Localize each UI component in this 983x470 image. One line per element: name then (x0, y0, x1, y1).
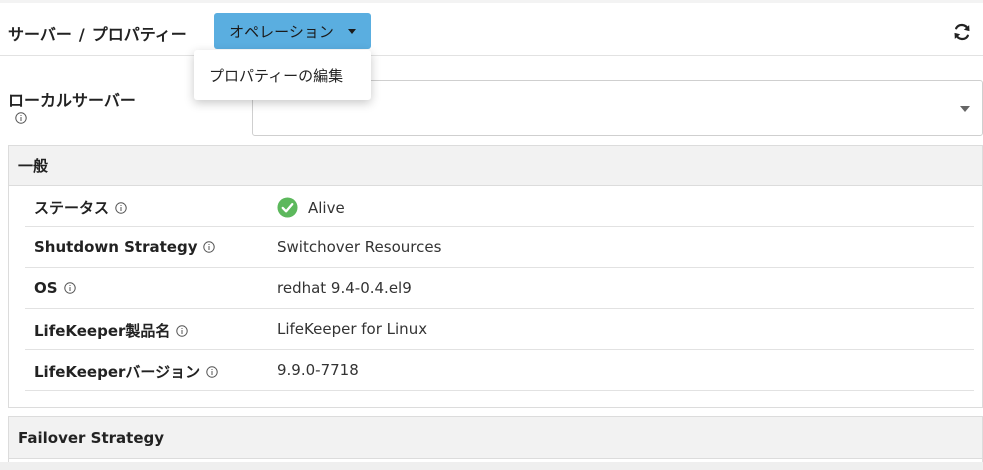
general-panel-title: 一般 (9, 146, 982, 186)
breadcrumb-separator: / (78, 25, 85, 44)
info-icon[interactable] (63, 282, 76, 294)
refresh-icon[interactable] (951, 21, 973, 43)
local-server-label: ローカルサーバー (8, 91, 136, 110)
failover-panel-title: Failover Strategy (9, 417, 982, 459)
property-value: LifeKeeper for Linux (277, 320, 428, 338)
general-panel: 一般 ステータス Alive Shutdown Strategy Switcho… (8, 145, 983, 408)
dropdown-arrow-icon (960, 106, 970, 112)
breadcrumb: サーバー / プロパティー (8, 21, 187, 45)
info-icon[interactable] (206, 365, 218, 378)
property-row-product-name: LifeKeeper製品名 LifeKeeper for Linux (25, 309, 974, 350)
info-icon[interactable] (203, 241, 216, 253)
property-value: 9.9.0-7718 (277, 361, 359, 379)
property-row-shutdown-strategy: Shutdown Strategy Switchover Resources (25, 227, 974, 268)
breadcrumb-item-properties: プロパティー (91, 25, 187, 44)
property-value: Alive (308, 198, 345, 217)
caret-down-icon (347, 28, 356, 34)
property-label: LifeKeeper製品名 (34, 322, 171, 340)
property-label: ステータス (34, 199, 110, 217)
check-circle-icon (277, 197, 298, 218)
operation-button[interactable]: オペレーション (214, 13, 371, 49)
operation-button-label: オペレーション (229, 22, 334, 41)
bottom-strip (0, 462, 983, 470)
property-row-os: OS redhat 9.4-0.4.el9 (25, 268, 974, 309)
info-icon[interactable] (115, 201, 127, 214)
property-row-version: LifeKeeperバージョン 9.9.0-7718 (25, 350, 974, 391)
property-label: Shutdown Strategy (34, 238, 198, 256)
property-label: LifeKeeperバージョン (34, 363, 201, 381)
info-icon[interactable] (15, 112, 27, 124)
info-icon[interactable] (176, 324, 189, 337)
property-row-status: ステータス Alive (25, 186, 974, 227)
menu-item-edit-properties[interactable]: プロパティーの編集 (209, 65, 343, 86)
page-header: サーバー / プロパティー オペレーション (0, 3, 983, 56)
operation-dropdown-menu: プロパティーの編集 (194, 50, 371, 100)
breadcrumb-item-servers[interactable]: サーバー (8, 25, 72, 44)
property-label: OS (34, 279, 58, 297)
property-value: redhat 9.4-0.4.el9 (277, 279, 412, 297)
property-value: Switchover Resources (277, 238, 442, 256)
